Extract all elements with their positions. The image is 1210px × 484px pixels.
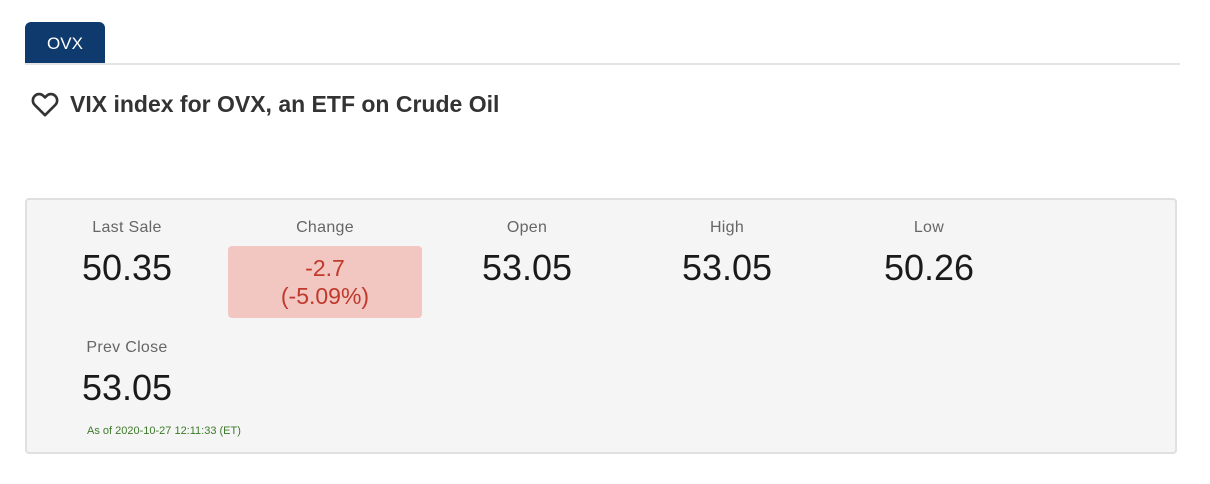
high-value: 53.05 <box>681 247 773 288</box>
open-value: 53.05 <box>481 247 573 288</box>
low-cell: Low 50.26 <box>829 218 1029 288</box>
open-label: Open <box>506 219 548 236</box>
change-value: -2.7 <box>305 255 345 281</box>
tab-ovx[interactable]: OVX <box>25 22 105 64</box>
last-sale-cell: Last Sale 50.35 <box>27 218 227 288</box>
page-title: VIX index for OVX, an ETF on Crude Oil <box>70 90 500 117</box>
timestamp: As of 2020-10-27 12:11:33 (ET) <box>87 425 241 437</box>
prev-close-label: Prev Close <box>86 339 168 356</box>
prev-close-value: 53.05 <box>81 367 173 408</box>
change-label: Change <box>296 219 354 236</box>
last-sale-label: Last Sale <box>92 219 162 236</box>
high-label: High <box>709 219 745 236</box>
change-percent: (-5.09%) <box>280 283 370 309</box>
tab-divider <box>25 63 1180 65</box>
prev-close-cell: Prev Close 53.05 <box>27 338 227 408</box>
quote-panel: Last Sale 50.35 Change -2.7 (-5.09%) Ope… <box>25 198 1177 454</box>
high-cell: High 53.05 <box>627 218 827 288</box>
low-label: Low <box>913 219 945 236</box>
last-sale-value: 50.35 <box>81 247 173 288</box>
heart-icon[interactable] <box>30 91 60 117</box>
change-badge: -2.7 (-5.09%) <box>228 246 422 318</box>
change-cell: Change -2.7 (-5.09%) <box>225 218 425 318</box>
page-title-row: VIX index for OVX, an ETF on Crude Oil <box>30 88 499 120</box>
low-value: 50.26 <box>883 247 975 288</box>
open-cell: Open 53.05 <box>427 218 627 288</box>
